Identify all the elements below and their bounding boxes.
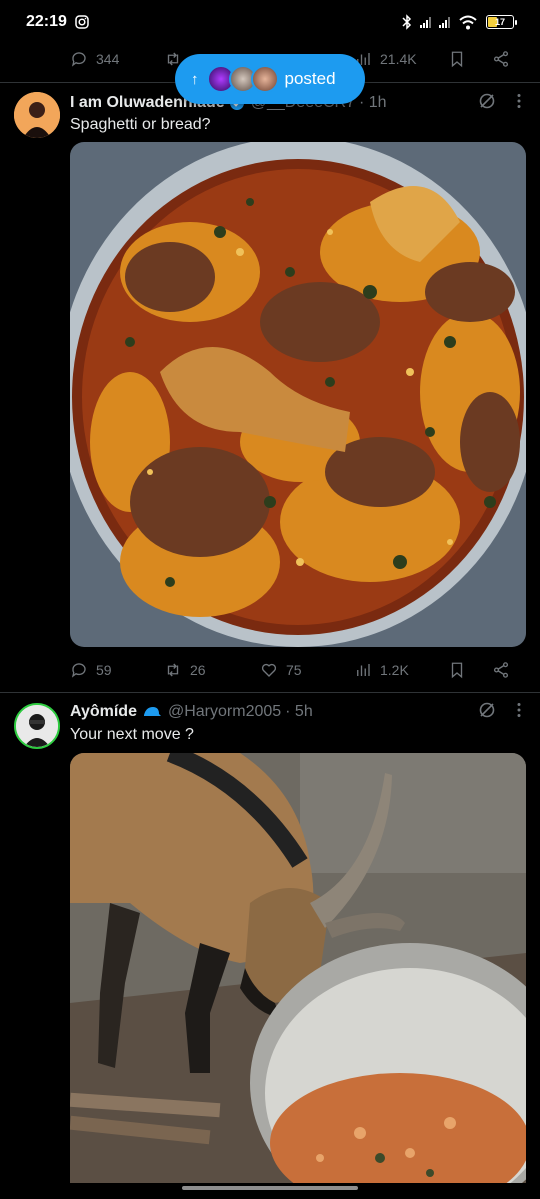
reply-button[interactable]: 59 <box>70 661 112 679</box>
heart-icon <box>261 663 277 677</box>
pill-avatars <box>206 65 279 93</box>
tweet-text: Your next move ? <box>70 726 194 743</box>
views-button[interactable]: 1.2K <box>354 661 409 679</box>
views-button[interactable]: 21.4K <box>354 50 417 68</box>
grok-icon[interactable] <box>478 92 496 110</box>
battery-icon: 17 <box>486 15 517 29</box>
timestamp: · 5h <box>285 703 313 720</box>
tweet-header: Ayômíde @Haryorm2005 · 5h <box>70 701 530 723</box>
repost-count: 26 <box>190 662 206 678</box>
new-posts-pill[interactable]: ↑ posted <box>175 54 365 104</box>
bookmark-button[interactable] <box>448 50 466 68</box>
signal-icon-2 <box>439 16 450 28</box>
reply-button[interactable]: 344 <box>70 50 119 68</box>
bluetooth-icon <box>402 14 412 30</box>
share-button[interactable] <box>492 50 510 68</box>
arrow-up-icon: ↑ <box>191 70 199 88</box>
grok-icon[interactable] <box>478 701 496 719</box>
share-icon <box>493 662 509 678</box>
tweet-text: Spaghetti or bread? <box>70 116 211 133</box>
views-icon <box>357 664 370 676</box>
tweet-actions: 59 26 75 1.2K <box>70 654 520 686</box>
reply-count: 344 <box>96 51 120 67</box>
goat-image <box>70 753 526 1183</box>
avatar-figure <box>16 705 58 747</box>
avatar[interactable] <box>14 92 60 138</box>
pill-label: posted <box>284 69 336 88</box>
divider <box>0 692 540 693</box>
more-options-icon[interactable] <box>516 93 522 109</box>
tweet-image-goat[interactable] <box>70 753 526 1183</box>
view-count: 1.2K <box>380 662 409 678</box>
repost-icon <box>167 663 179 677</box>
share-button[interactable] <box>492 661 510 679</box>
handle[interactable]: @Haryorm2005 <box>168 703 281 721</box>
bookmark-button[interactable] <box>448 661 466 679</box>
more-options-icon[interactable] <box>516 702 522 718</box>
avatar[interactable] <box>14 703 60 749</box>
bookmark-icon <box>451 51 463 68</box>
display-name[interactable]: Ayômíde <box>70 703 137 721</box>
signal-icon <box>420 16 431 28</box>
instagram-icon <box>75 15 89 29</box>
like-button[interactable]: 75 <box>260 661 302 679</box>
reply-count: 59 <box>96 662 112 678</box>
timestamp: · 1h <box>359 94 387 111</box>
avatar <box>250 65 279 93</box>
share-icon <box>493 51 509 67</box>
home-indicator[interactable] <box>182 1186 358 1190</box>
status-time: 22:19 <box>26 13 67 30</box>
like-count: 75 <box>286 662 302 678</box>
reply-icon <box>71 663 86 678</box>
food-bowl-image <box>70 142 526 647</box>
view-count: 21.4K <box>380 51 417 67</box>
wifi-icon <box>459 15 477 29</box>
repost-button[interactable]: 26 <box>164 661 206 679</box>
tweet-image-food[interactable] <box>70 142 526 647</box>
avatar-figure <box>14 92 60 138</box>
cap-icon <box>143 707 161 716</box>
bookmark-icon <box>451 662 463 679</box>
reply-icon <box>71 52 86 67</box>
status-bar: 22:19 17 <box>0 0 540 44</box>
